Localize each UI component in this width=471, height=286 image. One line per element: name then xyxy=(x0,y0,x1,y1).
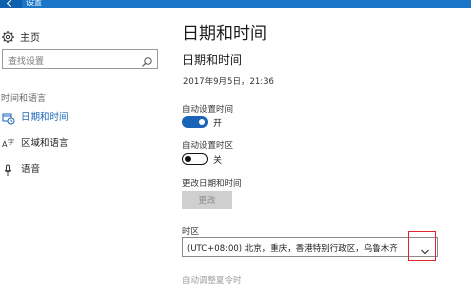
timezone-label: 时区 xyxy=(182,227,200,237)
auto-time-toggle[interactable] xyxy=(182,116,208,128)
svg-text:字: 字 xyxy=(8,138,14,146)
sidebar-item-label: 主页 xyxy=(20,32,40,44)
page-title: 日期和时间 xyxy=(182,24,267,44)
main-content: 日期和时间 日期和时间 2017年9月5日，21:36 自动设置时间 开 自动设… xyxy=(182,8,471,286)
auto-timezone-label: 自动设置时区 xyxy=(182,141,234,151)
auto-timezone-toggle[interactable] xyxy=(182,153,208,165)
timezone-value: (UTC+08:00) 北京，重庆，香港特别行政区，乌鲁木齐 xyxy=(187,244,398,254)
current-datetime: 2017年9月5日，21:36 xyxy=(183,77,274,87)
sidebar-item-home[interactable]: 主页 xyxy=(0,28,40,44)
section-title: 时间和语言 xyxy=(1,94,47,104)
calendar-clock-icon xyxy=(2,110,15,124)
search-icon xyxy=(141,53,153,67)
section-heading: 日期和时间 xyxy=(182,53,243,67)
sidebar-item-label: 语音 xyxy=(21,164,41,175)
search-placeholder: 查找设置 xyxy=(8,57,45,67)
region-language-icon: A 字 xyxy=(2,136,15,149)
sidebar-item-speech[interactable]: 语音 xyxy=(0,160,40,176)
timezone-select[interactable]: (UTC+08:00) 北京，重庆，香港特别行政区，乌鲁木齐 xyxy=(182,237,438,257)
sidebar-item-region-language[interactable]: A 字 区域和语言 xyxy=(0,134,69,150)
auto-time-state: 开 xyxy=(213,119,223,129)
search-input[interactable]: 查找设置 xyxy=(2,49,158,69)
highlight-annotation xyxy=(408,231,436,261)
auto-time-label: 自动设置时间 xyxy=(182,105,234,115)
toggle-knob xyxy=(199,119,205,125)
toggle-knob xyxy=(185,155,191,162)
change-datetime-label: 更改日期和时间 xyxy=(182,179,242,189)
back-button[interactable] xyxy=(0,0,22,8)
sidebar-item-label: 日期和时间 xyxy=(21,112,69,123)
title-bar: 设置 xyxy=(0,0,471,8)
gear-icon xyxy=(1,29,15,43)
window-title: 设置 xyxy=(26,0,42,7)
change-button[interactable]: 更改 xyxy=(182,191,232,209)
microphone-icon xyxy=(2,162,15,176)
sidebar-item-date-time[interactable]: 日期和时间 xyxy=(0,108,69,124)
sidebar-item-label: 区域和语言 xyxy=(21,138,69,149)
sidebar: 主页 查找设置 时间和语言 日期和时间 A 字 区域和语言 语音 xyxy=(0,8,170,282)
dst-label: 自动调整夏令时 xyxy=(182,276,242,286)
auto-timezone-state: 关 xyxy=(213,156,223,166)
